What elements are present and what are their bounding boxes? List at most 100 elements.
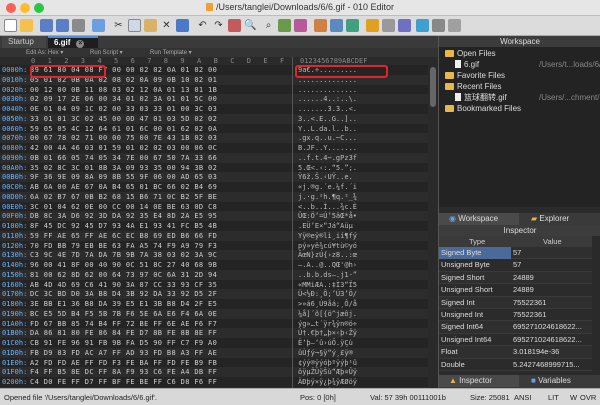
row-bytes[interactable]: 70 FD BB 79 EB BE 63 FA A5 74 F9 A9 79 F… (30, 242, 217, 250)
hex-row[interactable]: 01A0h: FD 67 BB 85 74 B4 FF 72 BE FF 6E A… (0, 318, 438, 329)
run-script-icon[interactable] (366, 19, 379, 32)
open-folder-icon[interactable] (20, 19, 33, 32)
row-bytes[interactable]: 00 67 78 02 71 00 00 75 00 7E 43 1B 02 0… (30, 134, 217, 142)
row-ascii[interactable]: 5.Œ<.‹:.“5.”;. (298, 164, 357, 172)
print-icon[interactable] (72, 19, 85, 32)
tab-startup[interactable]: Startup (2, 36, 46, 48)
row-ascii[interactable]: Yÿ®eÿ®lì¸ií¶fý (298, 232, 357, 240)
tab-workspace[interactable]: ◉ Workspace (439, 213, 519, 225)
calculator-icon[interactable] (314, 19, 327, 32)
tab-explorer[interactable]: ▰ Explorer (521, 213, 600, 225)
inspector-row[interactable]: Unsigned Byte 57 (439, 259, 592, 272)
hex-row[interactable]: 0190h: BC E5 5D B4 F5 5B 7B F6 5E 6A E6 F… (0, 308, 438, 319)
save-icon[interactable] (40, 19, 53, 32)
hex-row[interactable]: 0090h: 0B 01 66 05 74 05 34 7E 00 67 50 7… (0, 152, 438, 163)
run-script-dropdown[interactable]: Run Script ▾ (90, 49, 123, 56)
tab-variables[interactable]: ■ Variables (521, 375, 600, 387)
row-bytes[interactable]: 02 09 17 2E 06 00 34 01 02 3A 01 01 5C 0… (30, 95, 217, 103)
row-ascii[interactable]: Y..L.da.l..b.. (298, 125, 357, 133)
hex-row[interactable]: 0200h: C4 D0 FE FF D7 FF BF FE BE FF C6 D… (0, 377, 438, 387)
inspector-scrollbar[interactable] (592, 236, 600, 375)
hex-row[interactable]: 00D0h: 6A 02 B7 67 0B B2 68 15 B6 71 0C B… (0, 191, 438, 202)
hex-row[interactable]: 00A0h: 35 02 8C 3C 01 8B 3A 09 93 35 00 9… (0, 162, 438, 173)
row-bytes[interactable]: 0E 01 04 09 1C 02 00 33 03 33 01 00 3C 0… (30, 105, 217, 113)
color-icon[interactable] (416, 19, 429, 32)
hex-row[interactable]: 0030h: 02 09 17 2E 06 00 34 01 02 3A 01 0… (0, 94, 438, 104)
row-ascii[interactable]: Ÿ6ž.Š.‹UŸ..­e. (298, 173, 353, 181)
row-ascii[interactable]: ¢ýý®ÿýóþºÿýþ¹û (298, 359, 357, 367)
inspector-row[interactable]: Double 5.2427468999715... (439, 359, 592, 371)
row-bytes[interactable]: 35 02 8C 3C 01 8B 3A 09 93 35 00 94 3B 0… (30, 164, 217, 172)
row-ascii[interactable]: .gx.q..u.~C... (298, 134, 357, 142)
find-icon[interactable]: 🔍 (244, 19, 257, 32)
row-bytes[interactable]: 3C 01 04 62 0E 00 CC 00 14 0E BE 63 0D C… (30, 203, 217, 211)
hex-row[interactable]: 0020h: 00 12 00 0B 11 08 03 02 12 0A 01 1… (0, 84, 438, 95)
hex-row[interactable]: 01B0h: DA 86 81 80 FE 86 84 FE D7 8B FE 8… (0, 328, 438, 338)
inspector-value[interactable]: 75522361 (513, 309, 591, 321)
row-bytes[interactable]: 9F 36 9E 09 8A 09 8B 55 9F 06 00 AD 65 0… (30, 173, 217, 181)
hex-view-icon[interactable] (330, 19, 343, 32)
row-bytes[interactable]: AB 6A 00 AE 67 0A B4 65 01 BC 66 02 B4 6… (30, 183, 217, 191)
bookmark-icon[interactable] (228, 19, 241, 32)
close-tab-icon[interactable]: × (76, 40, 85, 48)
hex-row[interactable]: 00E0h: 3C 01 04 62 0E 00 CC 00 14 0E BE 6… (0, 201, 438, 212)
toolbar-extra-icon[interactable] (448, 19, 461, 32)
row-bytes[interactable]: DA 86 81 80 FE 86 84 FE D7 8B FE 8B 8E F… (30, 329, 217, 337)
hex-row[interactable]: 0080h: 42 00 4A 46 03 01 59 01 02 02 03 0… (0, 143, 438, 153)
find-replace-icon[interactable]: ⌕ (262, 19, 275, 32)
tab-inspector[interactable]: ▲ Inspector (439, 375, 519, 387)
inspector-value[interactable]: 57 (513, 259, 591, 271)
row-ascii[interactable]: Ë‘þ–‘û›úÕ.ÿÇù (298, 339, 353, 347)
edit-as-dropdown[interactable]: Edit As: Hex ▾ (26, 49, 63, 56)
paste-icon[interactable] (144, 19, 157, 32)
goto-icon[interactable] (278, 19, 291, 32)
row-ascii[interactable]: ýg»…t´ÿr¾ÿn®ö÷ (298, 320, 357, 328)
copy-as-icon[interactable] (176, 19, 189, 32)
hex-row[interactable]: 00F0h: DB 8C 3A D6 92 3D DA 92 35 E4 8D 2… (0, 211, 438, 221)
compare-icon[interactable] (294, 19, 307, 32)
hex-row[interactable]: 0160h: AB 4D 4D 69 C6 41 90 3A 87 CC 33 9… (0, 279, 438, 290)
delete-icon[interactable]: ✕ (160, 19, 173, 32)
row-bytes[interactable]: FB D9 83 FD AC A7 FF AD 93 FD B8 A3 FF A… (30, 349, 217, 357)
row-bytes[interactable]: 0B 01 66 05 74 05 34 7E 00 67 50 7A 33 6… (30, 154, 217, 162)
row-ascii[interactable]: ¼å]´õ[{ö^jæôj. (298, 310, 357, 318)
row-ascii[interactable]: <..b..Ì...¾c.È (298, 203, 357, 211)
inspector-row[interactable]: Unsigned Int 75522361 (439, 309, 592, 322)
row-ascii[interactable]: ......4..:..\. (298, 95, 357, 103)
hex-row[interactable]: 01F0h: F4 FF B5 8E DC FF 8A F9 93 C6 FE A… (0, 367, 438, 377)
row-bytes[interactable]: BC E5 5D B4 F5 5B 7B F6 5E 6A E6 F4 6A 0… (30, 310, 217, 318)
row-bytes[interactable]: C3 9C 4E 7D 7A DA 7B 9B 7A 38 03 02 3A 9… (30, 251, 217, 259)
options-icon[interactable] (92, 19, 105, 32)
hex-row[interactable]: 0140h: 96 00 41 8F 00 40 90 0C 51 8C 27 4… (0, 260, 438, 270)
tree-favorite-files[interactable]: Favorite Files (445, 71, 505, 81)
inspector-value[interactable]: 695271024618622... (513, 334, 591, 346)
row-bytes[interactable]: 81 00 62 8D 62 00 64 73 97 0C 6A 31 2D 9… (30, 271, 217, 279)
row-ascii[interactable]: ..f.t.4~.gPz3f (298, 154, 357, 162)
row-ascii[interactable]: ûÙƒý¬§ÿ­“ý¸£ÿ® (298, 349, 353, 357)
settings-icon[interactable] (432, 19, 445, 32)
new-file-icon[interactable] (4, 19, 17, 32)
inspector-row[interactable]: Unsigned Short 24889 (439, 284, 592, 297)
tree-open-file[interactable]: 6.gif (455, 60, 479, 70)
run-template-icon[interactable] (382, 19, 395, 32)
hex-row[interactable]: 00B0h: 9F 36 9E 09 8A 09 8B 55 9F 06 00 A… (0, 172, 438, 182)
hex-row[interactable]: 00C0h: AB 6A 00 AE 67 0A B4 65 01 BC 66 0… (0, 182, 438, 192)
redo-icon[interactable]: ↷ (212, 19, 225, 32)
tree-bookmarked-files[interactable]: Bookmarked Files (445, 104, 521, 114)
row-bytes[interactable]: C4 D0 FE FF D7 FF BF FE BE FF C6 D8 F6 F… (30, 378, 217, 386)
row-bytes[interactable]: CB 91 FE 96 91 FB 9B FA D5 90 FF C7 F9 A… (30, 339, 217, 347)
row-bytes[interactable]: F4 FF B5 8E DC FF 8A F9 93 C6 FE A4 DB F… (30, 368, 217, 376)
row-ascii[interactable]: .......3.3..<. (298, 105, 357, 113)
hex-row[interactable]: 0120h: 70 FD BB 79 EB BE 63 FA A5 74 F9 A… (0, 240, 438, 251)
row-ascii[interactable]: >»á6¸Ú9åá;¸Ô/å (298, 300, 357, 308)
row-ascii[interactable]: .............. (298, 86, 357, 94)
debug-icon[interactable] (398, 19, 411, 32)
row-bytes[interactable]: 96 00 41 8F 00 40 90 0C 51 8C 27 40 68 9… (30, 261, 217, 269)
tree-recent-files[interactable]: Recent Files (445, 82, 501, 92)
row-ascii[interactable]: Ü<½Ð:¸Ô;’Ú3’Õ/ (298, 290, 357, 298)
inspector-value[interactable]: 24889 (513, 284, 591, 296)
hex-row[interactable]: 0180h: 3E BB E1 36 B8 DA 39 E5 E1 3B B8 D… (0, 299, 438, 309)
inspector-value[interactable]: 5.2427468999715... (513, 359, 591, 371)
row-ascii[interactable]: «MMiÆA.:‡Ì3“Ï5 (298, 281, 357, 289)
row-ascii[interactable]: .EÜ’E×“Já“Aüµ (298, 222, 353, 230)
